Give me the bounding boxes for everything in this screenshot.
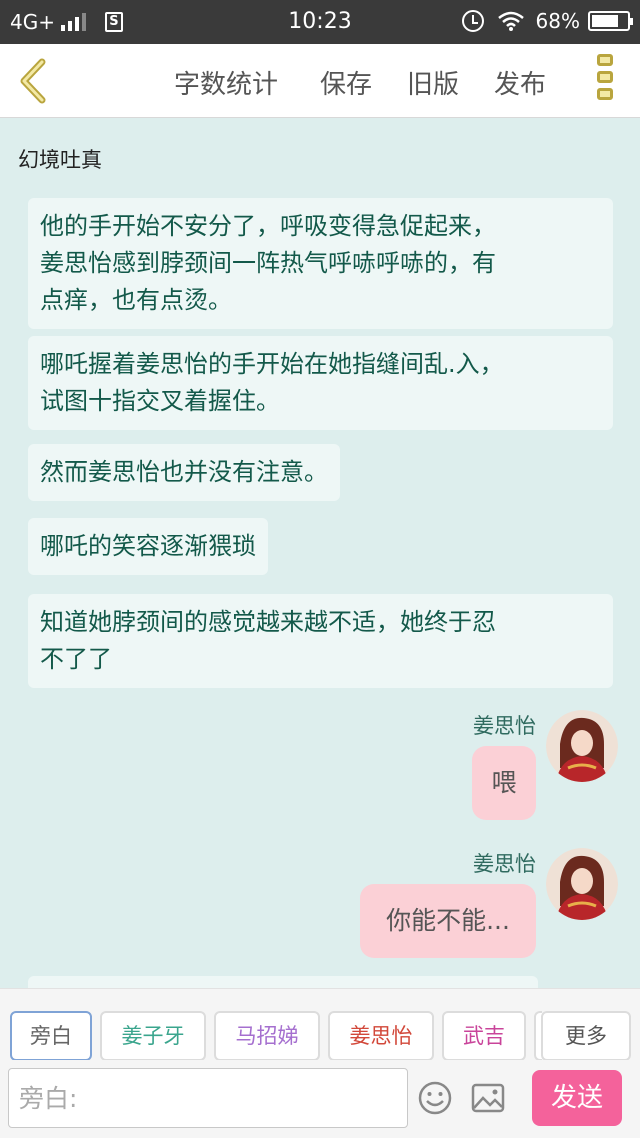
narration-line: 然而姜思怡也并没有注意。 [40,458,328,486]
narration-line: 哪吒握着姜思怡的手开始在她指缝间乱.入， [40,350,504,378]
chip-label: 更多 [565,1024,607,1048]
image-icon[interactable] [470,1080,506,1116]
more-menu-icon[interactable] [594,54,616,108]
emoji-icon[interactable] [417,1080,453,1116]
message-input[interactable] [8,1068,408,1128]
editor-toolbar: 字数统计 保存 旧版 发布 [0,44,640,118]
chip-label: 姜子牙 [121,1024,185,1048]
old-version-button[interactable]: 旧版 [407,64,459,101]
narration-line: 他的手开始不安分了，呼吸变得急促起来， [40,212,496,240]
avatar-image [546,710,618,782]
status-right: 68% [461,9,633,33]
message-bubble[interactable]: 你能不能... [360,884,536,958]
narration-line: 点痒，也有点烫。 [40,286,232,314]
chip-label: 旁白 [30,1024,72,1048]
alarm-icon [461,10,484,32]
chat-area[interactable]: 幻境吐真 他的手开始不安分了，呼吸变得急促起来， 姜思怡感到脖颈间一阵热气呼哧呼… [0,118,640,988]
status-bar: 4G+ S 10:23 68% [0,0,640,44]
chip-label: 姜思怡 [349,1024,413,1048]
narration-bubble-partial[interactable] [28,976,538,988]
send-button[interactable]: 发送 [532,1070,622,1126]
narration-bubble[interactable]: 哪吒的笑容逐渐猥琐 [28,518,268,575]
narration-line: 姜思怡感到脖颈间一阵热气呼哧呼哧的，有 [40,249,496,277]
character-chip-narrator[interactable]: 旁白 [10,1011,92,1061]
back-arrow-icon[interactable] [14,56,54,106]
word-count-button[interactable]: 字数统计 [174,64,278,101]
more-characters-button[interactable]: 更多 [541,1011,631,1061]
speaker-name: 姜思怡 [473,714,536,738]
character-chip[interactable]: 马招娣 [214,1011,320,1061]
battery-percent: 68% [535,9,580,33]
narration-bubble[interactable]: 他的手开始不安分了，呼吸变得急促起来， 姜思怡感到脖颈间一阵热气呼哧呼哧的，有 … [28,198,613,329]
message-bubble[interactable]: 喂 [472,746,536,820]
character-chip[interactable]: 姜思怡 [328,1011,434,1061]
chip-label: 武吉 [463,1024,505,1048]
narration-line: 不了了 [40,645,112,673]
character-chip[interactable]: 武吉 [442,1011,526,1061]
avatar-image [546,848,618,920]
wifi-icon [497,11,524,31]
narration-bubble[interactable]: 然而姜思怡也并没有注意。 [28,444,340,501]
character-chip[interactable]: 姜子牙 [100,1011,206,1061]
narration-line: 试图十指交叉着握住。 [40,387,280,415]
narration-bubble[interactable]: 知道她脖颈间的感觉越来越不适，她终于忍 不了了 [28,594,613,688]
save-button[interactable]: 保存 [320,64,372,101]
publish-button[interactable]: 发布 [494,64,546,101]
narration-line: 知道她脖颈间的感觉越来越不适，她终于忍 [40,608,496,636]
world-title: 幻境吐真 [18,148,102,172]
character-avatar[interactable] [546,848,618,920]
input-bar: 发送 [0,1060,640,1138]
character-avatar[interactable] [546,710,618,782]
narration-bubble[interactable]: 哪吒握着姜思怡的手开始在她指缝间乱.入， 试图十指交叉着握住。 [28,336,613,430]
character-selector: 旁白 姜子牙 马招娣 姜思怡 武吉 更多 [0,988,640,1061]
narration-line: 哪吒的笑容逐渐猥琐 [40,532,256,560]
speaker-name: 姜思怡 [473,852,536,876]
battery-icon [588,11,633,31]
chip-label: 马招娣 [235,1024,299,1048]
